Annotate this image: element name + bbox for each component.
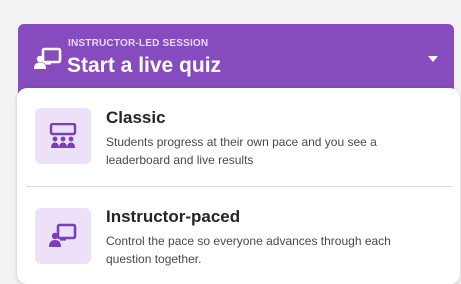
presenter-icon — [34, 47, 62, 71]
page-title: Start a live quiz — [67, 54, 222, 77]
start-live-quiz-dropdown[interactable]: INSTRUCTOR-LED SESSION Start a live quiz — [18, 24, 454, 92]
instructor-paced-option[interactable]: Instructor-paced Control the pace so eve… — [17, 187, 460, 284]
instructor-paced-title: Instructor-paced — [106, 207, 241, 226]
classroom-icon — [35, 108, 91, 164]
page: INSTRUCTOR-LED SESSION Start a live quiz… — [0, 0, 461, 284]
classic-option[interactable]: Classic Students progress at their own p… — [17, 88, 460, 186]
classic-description: Students progress at their own pace and … — [106, 135, 377, 167]
quiz-mode-menu: Classic Students progress at their own p… — [17, 88, 460, 284]
instructor-paced-description: Control the pace so everyone advances th… — [106, 234, 391, 266]
session-type-label: INSTRUCTOR-LED SESSION — [68, 38, 209, 49]
chevron-down-icon[interactable] — [428, 56, 438, 62]
presenter-icon — [35, 208, 91, 264]
classic-title: Classic — [106, 108, 166, 127]
